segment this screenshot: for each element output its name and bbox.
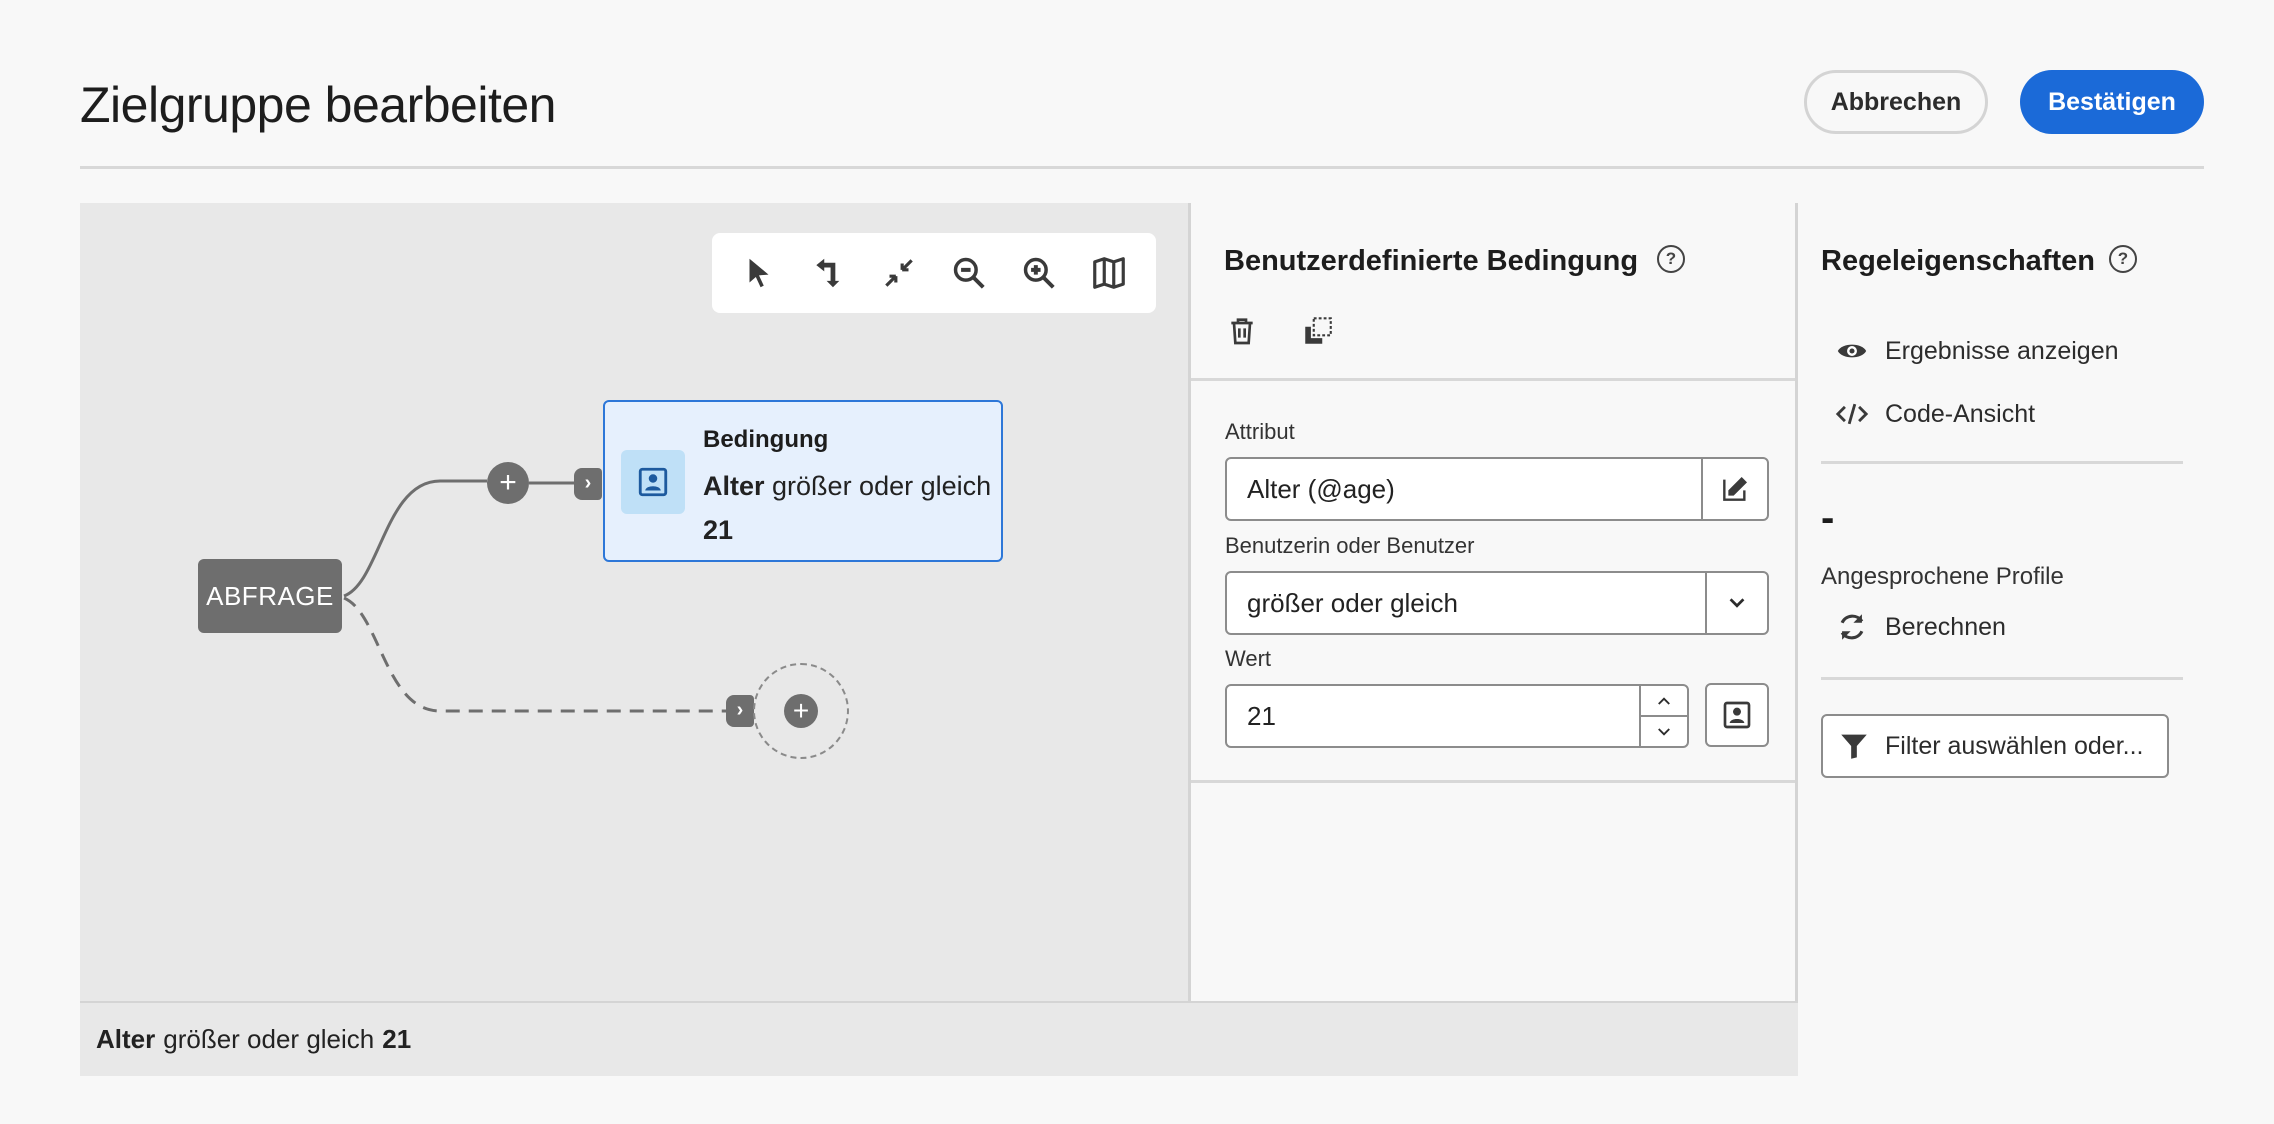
select-filter-button[interactable]: Filter auswählen oder... (1821, 714, 2169, 778)
condition-panel: Benutzerdefinierte Bedingung ? Attribut … (1188, 203, 1798, 1001)
attribute-field[interactable]: Alter (@age) (1225, 457, 1769, 521)
value-input[interactable]: 21 (1225, 684, 1689, 748)
operator-value: größer oder gleich (1247, 587, 1458, 618)
person-card-icon (621, 450, 685, 514)
attribute-label: Attribut (1225, 419, 1295, 444)
rule-properties-panel: Regeleigenschaften ? Ergebnisse anzeigen… (1801, 203, 2274, 1076)
stepper-up-icon[interactable] (1641, 686, 1687, 717)
page-title: Zielgruppe bearbeiten (80, 77, 556, 133)
condition-attribute: Alter (703, 471, 765, 501)
chevron-right-icon: › (726, 695, 754, 727)
zoom-out-icon[interactable] (941, 245, 997, 301)
show-results-link[interactable]: Ergebnisse anzeigen (1835, 334, 2119, 368)
stepper-down-icon[interactable] (1641, 717, 1687, 746)
add-branch-button[interactable]: + (753, 663, 849, 759)
condition-summary-bar: Alter größer oder gleich 21 (80, 1001, 1798, 1076)
code-view-link[interactable]: Code-Ansicht (1835, 397, 2035, 431)
condition-card-text: Alter größer oder gleich 21 (703, 464, 993, 552)
calculate-label: Berechnen (1885, 612, 2006, 641)
summary-operator: größer oder gleich (163, 1024, 375, 1054)
condition-card-title: Bedingung (703, 426, 829, 453)
divider (1821, 461, 2183, 464)
operator-label: Benutzerin oder Benutzer (1225, 533, 1475, 558)
refresh-icon (1840, 614, 1864, 640)
value-label: Wert (1225, 646, 1272, 671)
add-activity-button[interactable]: + (487, 462, 529, 504)
condition-value: 21 (703, 515, 734, 545)
value-stepper[interactable] (1639, 686, 1687, 746)
person-card-icon (1723, 701, 1751, 729)
canvas-toolbar (712, 233, 1156, 313)
filter-icon (1841, 734, 1867, 759)
cancel-button[interactable]: Abbrechen (1804, 70, 1988, 134)
divider (1191, 378, 1795, 381)
duplicate-icon[interactable] (1300, 313, 1336, 349)
code-view-label: Code-Ansicht (1885, 399, 2036, 428)
summary-value: 21 (382, 1024, 412, 1054)
condition-operator: größer oder gleich (772, 471, 992, 501)
condition-panel-title: Benutzerdefinierte Bedingung (1224, 245, 1639, 277)
targeted-profiles-label: Angesprochene Profile (1821, 563, 2064, 590)
divider (1191, 780, 1795, 783)
summary-attribute: Alter (96, 1024, 156, 1054)
edit-attribute-button[interactable] (1701, 459, 1767, 519)
rule-properties-title: Regeleigenschaften (1821, 245, 2095, 277)
attribute-value: Alter (@age) (1247, 473, 1395, 504)
profile-count: - (1821, 496, 1835, 540)
chevron-down-icon[interactable] (1705, 573, 1767, 633)
query-node[interactable]: ABFRAGE (198, 559, 342, 633)
header-divider (80, 166, 2204, 169)
collapse-icon[interactable] (871, 245, 927, 301)
workflow-canvas[interactable]: ABFRAGE + › Bedingung Alter größer oder … (80, 203, 1188, 1001)
code-icon (1835, 403, 1869, 425)
operator-select[interactable]: größer oder gleich (1225, 571, 1769, 635)
select-tool-icon[interactable] (731, 245, 787, 301)
condition-card[interactable]: Bedingung Alter größer oder gleich 21 (603, 400, 1003, 562)
show-results-label: Ergebnisse anzeigen (1885, 336, 2119, 365)
edit-icon (1723, 477, 1747, 501)
value-text: 21 (1247, 700, 1276, 731)
help-icon[interactable]: ? (1657, 245, 1685, 273)
eye-icon (1837, 344, 1867, 358)
confirm-button[interactable]: Bestätigen (2020, 70, 2204, 134)
delete-icon[interactable] (1224, 313, 1260, 349)
calculate-button[interactable]: Berechnen (1835, 610, 2006, 644)
select-filter-label: Filter auswählen oder... (1885, 731, 2144, 760)
chevron-right-icon: › (574, 468, 602, 500)
plus-icon: + (784, 694, 818, 728)
help-icon[interactable]: ? (2109, 245, 2137, 273)
map-icon[interactable] (1081, 245, 1137, 301)
move-tool-icon[interactable] (801, 245, 857, 301)
zoom-in-icon[interactable] (1011, 245, 1067, 301)
divider (1821, 677, 2183, 680)
profile-attribute-button[interactable] (1705, 683, 1769, 747)
